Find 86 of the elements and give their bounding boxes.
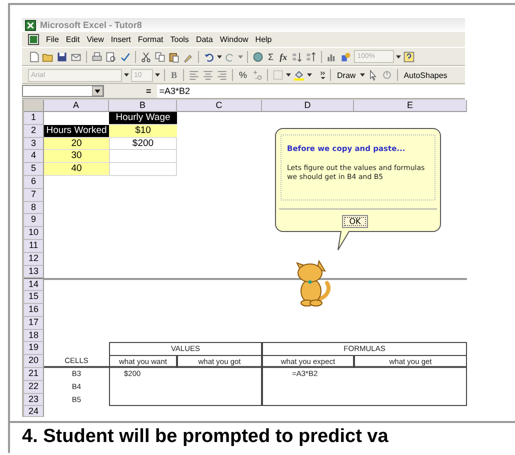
caret-icon[interactable]	[124, 73, 129, 77]
menu-item[interactable]: View	[86, 35, 104, 44]
workbook-icon[interactable]	[28, 34, 39, 45]
shapes-icon[interactable]	[340, 50, 352, 62]
row-header[interactable]: 13	[24, 266, 44, 278]
align-icon[interactable]	[188, 69, 200, 81]
caret-icon[interactable]	[155, 73, 160, 77]
row-header[interactable]: 23	[24, 394, 44, 406]
table-cell	[109, 163, 177, 176]
row-header[interactable]: 19	[24, 342, 44, 356]
table-cell: 20	[44, 138, 109, 150]
caret-icon[interactable]	[360, 73, 365, 77]
equals-sign: =	[146, 86, 152, 96]
ok-button[interactable]: OK	[342, 215, 368, 228]
row-header[interactable]: 9	[24, 214, 44, 228]
formula-field[interactable]: =A3*B2	[157, 84, 465, 98]
row-header[interactable]: 6	[24, 176, 44, 189]
window-title: Microsoft Excel - Tutor8	[40, 20, 142, 30]
row-header[interactable]: 7	[24, 188, 44, 202]
row-header[interactable]: 8	[24, 202, 44, 214]
table-cell: Hours Worked	[44, 124, 109, 138]
column-header[interactable]: A	[44, 100, 109, 112]
sort-descending-icon[interactable]	[305, 50, 318, 62]
cut-icon[interactable]	[140, 50, 152, 62]
autosum-button[interactable]: Σ	[266, 52, 276, 62]
dropdown-icon[interactable]	[92, 86, 103, 96]
row-header[interactable]: 5	[24, 163, 44, 176]
column-header[interactable]: C	[177, 100, 262, 112]
row-header[interactable]: 2	[24, 124, 44, 138]
caret-icon[interactable]	[396, 54, 402, 58]
table-cell: $200	[109, 138, 177, 150]
menu-item[interactable]: Help	[255, 35, 272, 44]
save-icon[interactable]	[56, 50, 68, 62]
caret-icon[interactable]	[286, 73, 292, 77]
row-header[interactable]: 12	[24, 252, 44, 266]
row-header[interactable]: 18	[24, 330, 44, 342]
column-header[interactable]: E	[354, 100, 467, 112]
row-header[interactable]: 20	[24, 355, 44, 368]
undo-icon[interactable]	[203, 50, 215, 62]
caret-icon[interactable]	[307, 73, 312, 77]
menu-item[interactable]: Window	[220, 35, 248, 44]
column-header[interactable]: D	[262, 100, 354, 112]
draw-menu-button[interactable]: Draw	[335, 70, 358, 80]
percent-button[interactable]: %	[237, 70, 250, 80]
sort-ascending-icon[interactable]	[291, 50, 304, 62]
more-options-icon[interactable]	[320, 70, 326, 80]
table-cell: 40	[44, 163, 109, 176]
row-header[interactable]: 3	[24, 138, 44, 150]
print-preview-icon[interactable]	[105, 50, 117, 62]
caption-text: 4. Student will be prompted to predict va	[22, 427, 390, 448]
caret-icon[interactable]	[217, 54, 222, 58]
menu-item[interactable]: File	[46, 35, 59, 44]
autoshapes-menu-button[interactable]: AutoShapes	[402, 70, 450, 80]
bold-button[interactable]: B	[169, 70, 180, 80]
table-cell	[109, 150, 177, 164]
help-icon[interactable]	[403, 50, 416, 62]
row-header[interactable]: 10	[24, 227, 44, 240]
print-icon[interactable]	[91, 50, 103, 62]
new-file-icon[interactable]	[28, 50, 40, 62]
menu-item[interactable]: Insert	[110, 35, 131, 44]
align-icon[interactable]	[216, 69, 228, 81]
row-header[interactable]: 17	[24, 316, 44, 330]
fill-color-icon[interactable]	[293, 69, 306, 81]
row-header[interactable]: 22	[24, 380, 44, 394]
align-icon[interactable]	[202, 69, 214, 81]
row-header[interactable]: 1	[24, 112, 44, 125]
paste-icon[interactable]	[168, 50, 180, 62]
spelling-icon[interactable]	[119, 50, 131, 62]
table-cell: Hourly Wage	[109, 112, 177, 125]
row-header[interactable]: 4	[24, 150, 44, 164]
table-cell: 30	[44, 150, 109, 164]
row-header[interactable]: 11	[24, 240, 44, 253]
row-header[interactable]: 14	[24, 278, 44, 292]
copy-icon[interactable]	[154, 50, 166, 62]
row-header[interactable]: 21	[24, 368, 44, 381]
insert-function-button[interactable]: fx	[278, 52, 290, 62]
row-header[interactable]: 16	[24, 304, 44, 317]
row-header[interactable]: 24	[24, 406, 44, 418]
menu-item[interactable]: Format	[138, 35, 164, 44]
table-cell: $10	[109, 124, 177, 138]
row-header[interactable]: 15	[24, 291, 44, 304]
menu-item[interactable]: Data	[196, 35, 213, 44]
column-header[interactable]: B	[109, 100, 177, 112]
menu-item[interactable]: Tools	[170, 35, 189, 44]
spreadsheet-app-icon	[25, 20, 36, 30]
menu-item[interactable]: Edit	[66, 35, 80, 44]
